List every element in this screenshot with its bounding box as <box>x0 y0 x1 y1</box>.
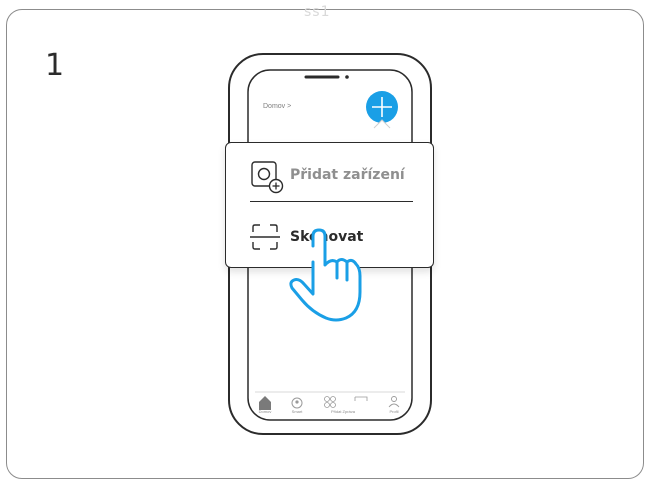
pointing-hand-icon <box>289 228 362 322</box>
